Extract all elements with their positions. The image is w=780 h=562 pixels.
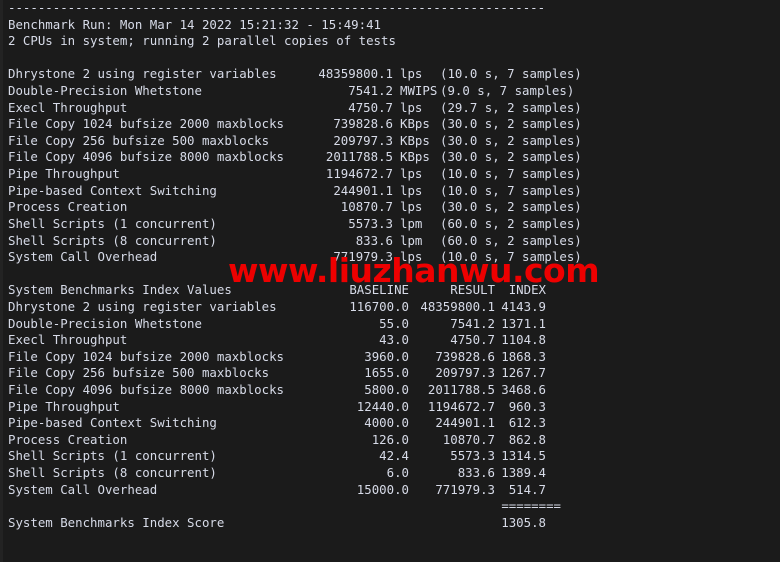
index-value-row: File Copy 256 bufsize 500 maxblocks 1655.… — [8, 365, 772, 382]
benchmark-unit: lps — [400, 166, 423, 182]
benchmark-value: 771979.3 — [333, 249, 393, 265]
benchmark-unit: lps — [400, 66, 423, 82]
top-rule: ----------------------------------------… — [8, 0, 546, 15]
index-value-row: Execl Throughput 43.0 4750.7 1104.8 — [8, 332, 772, 349]
index-index: 1314.5 — [501, 448, 546, 464]
index-index: 4143.9 — [501, 298, 546, 314]
benchmark-run-line: Benchmark Run: Mon Mar 14 2022 15:21:32 … — [8, 16, 381, 32]
index-index: 514.7 — [508, 481, 546, 497]
index-value-row: Pipe-based Context Switching 4000.0 244901… — [8, 415, 772, 432]
index-value-row: Shell Scripts (1 concurrent) 42.4 5573.3 13… — [8, 448, 772, 465]
equals-separator: ======== — [501, 498, 561, 514]
benchmark-result-row: Process Creation 10870.7 lps (30.0 s, 2 sam… — [8, 199, 772, 216]
benchmark-result-row: Pipe-based Context Switching 244901.1 lps(… — [8, 183, 772, 200]
benchmark-unit: KBps — [400, 116, 430, 132]
benchmark-note: (10.0 s, 7 samples) — [440, 66, 582, 82]
benchmark-result-row: Dhrystone 2 using register variables 4835… — [8, 66, 772, 83]
benchmark-unit: lps — [400, 249, 423, 265]
index-index: 3468.6 — [501, 382, 546, 398]
benchmark-note: (30.0 s, 2 samples) — [440, 132, 582, 148]
index-value-row: File Copy 1024 bufsize 2000 maxblocks 396… — [8, 349, 772, 366]
index-value-row: File Copy 4096 bufsize 8000 maxblocks 580… — [8, 382, 772, 399]
score-separator-row: ======== — [8, 498, 772, 515]
benchmark-result-row: File Copy 1024 bufsize 2000 maxblocks 739… — [8, 116, 772, 133]
benchmark-result-row: Shell Scripts (8 concurrent) 833.6 lpm (60.… — [8, 233, 772, 250]
benchmark-value: 7541.2 — [348, 83, 393, 99]
benchmark-results-block: Dhrystone 2 using register variables 4835… — [8, 66, 772, 265]
benchmark-value: 4750.7 — [348, 99, 393, 115]
benchmark-note: (60.0 s, 2 samples) — [440, 232, 582, 248]
benchmark-note: (10.0 s, 7 samples) — [440, 166, 582, 182]
benchmark-note: (60.0 s, 2 samples) — [440, 215, 582, 231]
index-index: 1371.1 — [501, 315, 546, 331]
benchmark-value: 5573.3 — [348, 215, 393, 231]
cpu-count-line: 2 CPUs in system; running 2 parallel cop… — [8, 33, 396, 49]
benchmark-unit: lps — [400, 182, 423, 198]
benchmark-unit: lpm — [400, 215, 423, 231]
benchmark-value: 10870.7 — [340, 199, 393, 215]
index-index: 862.8 — [508, 431, 546, 447]
index-index: 1868.3 — [501, 348, 546, 364]
index-value-row: Double-Precision Whetstone 55.0 7541.2 1371… — [8, 316, 772, 333]
index-score-value: 1305.8 — [501, 514, 546, 530]
index-index: 1267.7 — [501, 365, 546, 381]
benchmark-note: (29.7 s, 2 samples) — [440, 99, 582, 115]
benchmark-value: 2011788.5 — [325, 149, 393, 165]
benchmark-unit: lpm — [400, 232, 423, 248]
benchmark-result-row: File Copy 4096 bufsize 8000 maxblocks 201… — [8, 149, 772, 166]
benchmark-unit: lps — [400, 99, 423, 115]
index-value-row: Process Creation 126.0 10870.7 862.8 — [8, 432, 772, 449]
benchmark-unit: KBps — [400, 132, 430, 148]
benchmark-result-row: Double-Precision Whetstone 7541.2 MWIPS (9.… — [8, 83, 772, 100]
benchmark-result-row: System Call Overhead 771979.3 lps (10.0 s, … — [8, 249, 772, 266]
terminal-screen: ----------------------------------------… — [8, 0, 772, 562]
benchmark-result-row: Pipe Throughput 1194672.7 lps (10.0 s, 7 sa… — [8, 166, 772, 183]
terminal-window[interactable]: ----------------------------------------… — [0, 0, 780, 562]
index-score-row: System Benchmarks Index Score 1305.8 — [8, 515, 772, 532]
benchmark-value: 244901.1 — [333, 182, 393, 198]
benchmark-value: 48359800.1 — [318, 66, 393, 82]
index-table-header: System Benchmarks Index Values BASELINE … — [8, 282, 772, 299]
benchmark-value: 833.6 — [355, 232, 393, 248]
benchmark-unit: lps — [400, 199, 423, 215]
benchmark-unit: MWIPS — [400, 83, 438, 99]
benchmark-note: (10.0 s, 7 samples) — [440, 249, 582, 265]
benchmark-result-row: File Copy 256 bufsize 500 maxblocks 20979… — [8, 133, 772, 150]
benchmark-value: 209797.3 — [333, 132, 393, 148]
benchmark-result-row: Execl Throughput 4750.7 lps (29.7 s, 2 samp… — [8, 100, 772, 117]
benchmark-note: (10.0 s, 7 samples) — [440, 182, 582, 198]
benchmark-result-row: Shell Scripts (1 concurrent) 5573.3 lpm (60… — [8, 216, 772, 233]
benchmark-unit: KBps — [400, 149, 430, 165]
index-value-row: Pipe Throughput 12440.0 1194672.7 960.3 — [8, 399, 772, 416]
index-index: 1389.4 — [501, 465, 546, 481]
index-index: 612.3 — [508, 415, 546, 431]
benchmark-note: (9.0 s, 7 samples) — [440, 83, 575, 99]
index-index: 1104.8 — [501, 332, 546, 348]
index-value-row: Dhrystone 2 using register variables 1167… — [8, 299, 772, 316]
index-value-row: Shell Scripts (8 concurrent) 6.0 833.6 1389… — [8, 465, 772, 482]
column-header-index: INDEX — [508, 282, 546, 298]
benchmark-note: (30.0 s, 2 samples) — [440, 199, 582, 215]
benchmark-note: (30.0 s, 2 samples) — [440, 116, 582, 132]
index-index: 960.3 — [508, 398, 546, 414]
benchmark-note: (30.0 s, 2 samples) — [440, 149, 582, 165]
benchmark-value: 1194672.7 — [325, 166, 393, 182]
benchmark-value: 739828.6 — [333, 116, 393, 132]
index-values-block: Dhrystone 2 using register variables 1167… — [8, 299, 772, 498]
index-value-row: System Call Overhead 15000.0 771979.3 514.7 — [8, 482, 772, 499]
